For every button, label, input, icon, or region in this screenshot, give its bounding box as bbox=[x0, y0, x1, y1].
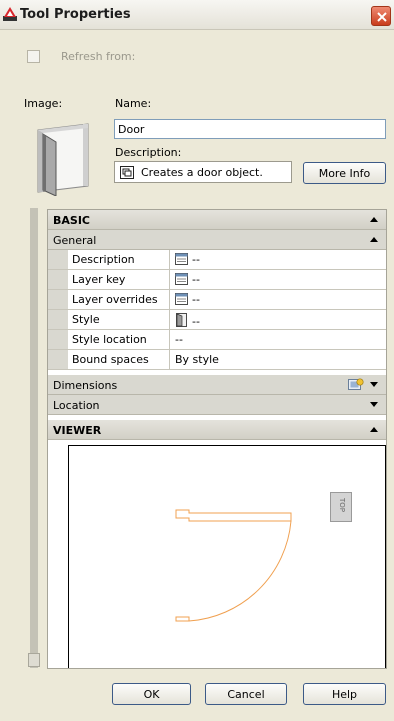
category-viewer-label: VIEWER bbox=[53, 424, 102, 437]
property-name: Bound spaces bbox=[68, 350, 170, 369]
expand-arrow-icon[interactable] bbox=[370, 402, 378, 407]
window-title: Tool Properties bbox=[20, 7, 131, 22]
property-name: Layer overrides bbox=[68, 290, 170, 309]
property-name: Layer key bbox=[68, 270, 170, 289]
property-name: Style location bbox=[68, 330, 170, 349]
property-name: Style bbox=[68, 310, 170, 329]
name-label: Name: bbox=[115, 97, 152, 110]
refresh-label: Refresh from: bbox=[61, 50, 136, 63]
view-cube[interactable]: TOP bbox=[330, 492, 352, 522]
description-edit-icon[interactable] bbox=[120, 166, 134, 179]
category-basic[interactable]: BASIC bbox=[48, 210, 386, 230]
property-row-layer-key[interactable]: Layer key -- bbox=[48, 270, 386, 290]
ok-button[interactable]: OK bbox=[112, 683, 191, 705]
description-text: Creates a door object. bbox=[141, 166, 263, 179]
display-component-icon[interactable] bbox=[348, 378, 364, 391]
group-location[interactable]: Location bbox=[48, 395, 386, 415]
property-name: Description bbox=[68, 250, 170, 269]
row-indent bbox=[48, 290, 68, 309]
category-viewer[interactable]: VIEWER bbox=[48, 420, 386, 440]
image-label: Image: bbox=[24, 97, 63, 110]
group-general-label: General bbox=[53, 234, 97, 247]
ok-label: OK bbox=[143, 688, 160, 701]
list-icon[interactable] bbox=[175, 253, 188, 265]
property-value[interactable]: By style bbox=[171, 350, 219, 369]
property-row-layer-overrides[interactable]: Layer overrides -- bbox=[48, 290, 386, 310]
expand-arrow-icon[interactable] bbox=[370, 382, 378, 387]
refresh-checkbox[interactable] bbox=[27, 50, 40, 63]
property-value[interactable]: -- bbox=[171, 310, 200, 329]
property-value-text: -- bbox=[192, 315, 200, 328]
close-icon bbox=[377, 12, 387, 22]
palette-scroll-thumb[interactable] bbox=[28, 653, 40, 667]
property-value[interactable]: -- bbox=[171, 290, 200, 309]
row-indent bbox=[48, 250, 68, 269]
property-value-text: -- bbox=[192, 273, 200, 286]
collapse-arrow-icon[interactable] bbox=[370, 217, 378, 222]
property-value-text: -- bbox=[192, 293, 200, 306]
property-value[interactable]: -- bbox=[171, 250, 200, 269]
category-basic-label: BASIC bbox=[53, 214, 90, 227]
autocad-logo-icon bbox=[3, 7, 17, 21]
property-row-bound-spaces[interactable]: Bound spaces By style bbox=[48, 350, 386, 370]
row-indent bbox=[48, 310, 68, 329]
property-grid: BASIC General Description -- Layer key -… bbox=[47, 209, 387, 669]
viewer-canvas[interactable]: TOP bbox=[68, 445, 386, 668]
view-cube-label: TOP bbox=[338, 497, 347, 513]
group-general[interactable]: General bbox=[48, 230, 386, 250]
more-info-button[interactable]: More Info bbox=[303, 162, 386, 184]
row-indent bbox=[48, 270, 68, 289]
row-indent bbox=[48, 350, 68, 369]
description-label: Description: bbox=[115, 146, 182, 159]
help-label: Help bbox=[331, 688, 358, 701]
list-icon[interactable] bbox=[175, 293, 188, 305]
property-row-style-location[interactable]: Style location -- bbox=[48, 330, 386, 350]
list-icon[interactable] bbox=[175, 273, 188, 285]
description-field[interactable]: Creates a door object. bbox=[114, 161, 292, 183]
door-style-icon[interactable] bbox=[175, 313, 188, 327]
name-input[interactable]: Door bbox=[114, 119, 386, 139]
palette-scrollbar[interactable] bbox=[30, 208, 38, 668]
group-location-label: Location bbox=[53, 399, 100, 412]
door-plan-preview bbox=[175, 509, 292, 622]
row-indent bbox=[48, 330, 68, 349]
collapse-arrow-icon[interactable] bbox=[370, 237, 378, 242]
help-button[interactable]: Help bbox=[303, 683, 386, 705]
cancel-label: Cancel bbox=[227, 688, 265, 701]
collapse-arrow-icon[interactable] bbox=[370, 427, 378, 432]
more-info-label: More Info bbox=[318, 167, 371, 180]
property-value[interactable]: -- bbox=[171, 330, 183, 349]
group-dimensions[interactable]: Dimensions bbox=[48, 375, 386, 395]
cancel-button[interactable]: Cancel bbox=[205, 683, 287, 705]
property-row-description[interactable]: Description -- bbox=[48, 250, 386, 270]
group-dimensions-label: Dimensions bbox=[53, 379, 118, 392]
property-row-style[interactable]: Style -- bbox=[48, 310, 386, 330]
close-button[interactable] bbox=[371, 6, 391, 26]
property-value[interactable]: -- bbox=[171, 270, 200, 289]
property-value-text: -- bbox=[192, 253, 200, 266]
door-image-icon[interactable] bbox=[32, 120, 94, 196]
